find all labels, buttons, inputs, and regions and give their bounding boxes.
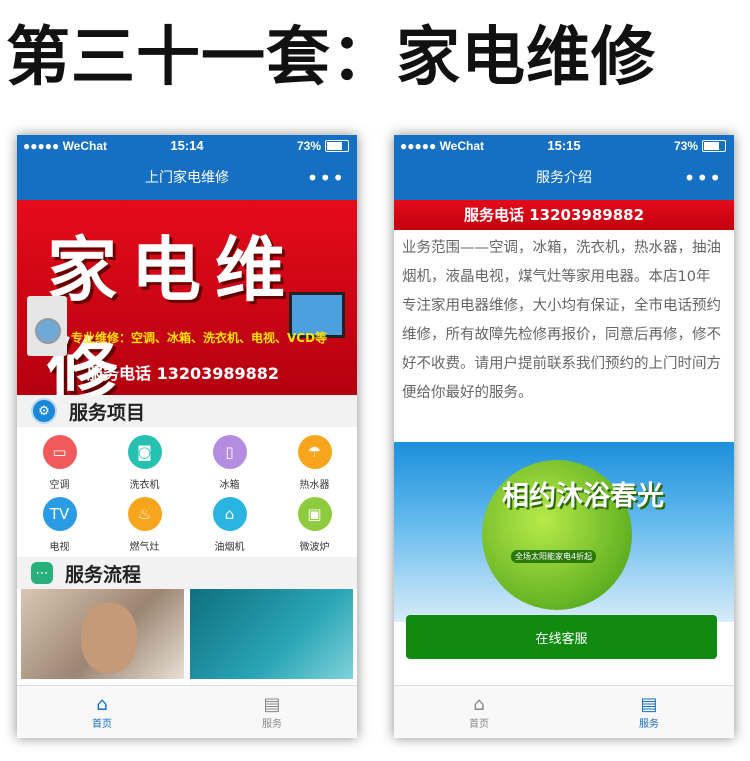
washer-image bbox=[27, 296, 67, 356]
battery-indicator: 73% bbox=[674, 139, 726, 153]
service-label: 燃气灶 bbox=[129, 542, 160, 553]
service-item[interactable]: ⌂ 油烟机 bbox=[187, 495, 272, 557]
services-grid: ▭ 空调 ◙ 洗衣机 ▯ 冰箱 ☂ 热水器 TV 电视 ♨ 燃气灶 ⌂ 油烟机 ▣ 微波炉 bbox=[17, 427, 357, 557]
service-label: 电视 bbox=[49, 542, 70, 553]
service-item[interactable]: ▭ 空调 bbox=[17, 433, 102, 495]
service-label: 冰箱 bbox=[219, 480, 240, 491]
range-hood-icon: ⌂ bbox=[212, 497, 247, 531]
water-heater-icon: ☂ bbox=[297, 435, 332, 469]
service-item[interactable]: ▯ 冰箱 bbox=[187, 433, 272, 495]
status-bar: ●●●●● WeChat 15:14 73% bbox=[17, 135, 357, 156]
promo-title: 相约沐浴春光 bbox=[502, 481, 664, 512]
tab-service[interactable]: ▤ 服务 bbox=[564, 686, 734, 738]
service-description: 业务范围——空调，冰箱，洗衣机，热水器，抽油烟机，液晶电视，煤气灶等家用电器。本… bbox=[402, 240, 721, 401]
gear-icon: ⚙ bbox=[31, 398, 57, 424]
page-headline: 第三十一套：家电维修 bbox=[6, 21, 656, 95]
phone-screen-home: ●●●●● WeChat 15:14 73% 上门家电维修 ••• 家电维修 专… bbox=[17, 135, 357, 738]
banner-phone: 服务电话 13203989882 bbox=[87, 364, 280, 383]
strip-phone: 服务电话 13203989882 bbox=[464, 206, 645, 224]
service-label: 空调 bbox=[49, 480, 70, 491]
service-icon: ▤ bbox=[263, 693, 281, 715]
battery-icon bbox=[702, 140, 726, 152]
title-bar: 上门家电维修 ••• bbox=[17, 156, 357, 200]
banner-subtitle: 专业维修：空调、冰箱、洗衣机、电视、VCD等 bbox=[71, 331, 328, 345]
service-label: 微波炉 bbox=[299, 542, 330, 553]
tab-home[interactable]: ⌂ 首页 bbox=[17, 686, 187, 738]
air-conditioner-icon: ▭ bbox=[42, 435, 77, 469]
washing-machine-icon: ◙ bbox=[127, 435, 162, 469]
services-heading-label: 服务项目 bbox=[69, 401, 146, 424]
phone-screen-service-intro: ●●●●● WeChat 15:15 73% 服务介绍 ••• 服务电话 132… bbox=[394, 135, 734, 738]
more-menu-icon[interactable]: ••• bbox=[684, 156, 722, 200]
more-menu-icon[interactable]: ••• bbox=[307, 156, 345, 200]
service-label: 热水器 bbox=[299, 480, 330, 491]
service-item[interactable]: ☂ 热水器 bbox=[272, 433, 357, 495]
promo-banner[interactable]: 家电维修 专业维修：空调、冰箱、洗衣机、电视、VCD等 服务电话 1320398… bbox=[17, 200, 357, 395]
service-item[interactable]: ▣ 微波炉 bbox=[272, 495, 357, 557]
status-bar: ●●●●● WeChat 15:15 73% bbox=[394, 135, 734, 156]
tab-home[interactable]: ⌂ 首页 bbox=[394, 686, 564, 738]
home-icon: ⌂ bbox=[96, 693, 108, 715]
page-title: 上门家电维修 bbox=[145, 170, 229, 186]
promo-image[interactable]: 相约沐浴春光 全场太阳能家电4折起 bbox=[394, 442, 734, 622]
service-label: 油烟机 bbox=[214, 542, 245, 553]
tv-icon: TV bbox=[42, 497, 77, 531]
battery-indicator: 73% bbox=[297, 139, 349, 153]
service-item[interactable]: ◙ 洗衣机 bbox=[102, 433, 187, 495]
battery-icon bbox=[325, 140, 349, 152]
process-chart-photo[interactable] bbox=[190, 589, 353, 679]
banner-strip: 服务电话 13203989882 bbox=[394, 200, 734, 230]
service-item[interactable]: TV 电视 bbox=[17, 495, 102, 557]
fridge-icon: ▯ bbox=[212, 435, 247, 469]
process-heading-label: 服务流程 bbox=[65, 563, 142, 586]
service-icon: ▤ bbox=[640, 693, 658, 715]
gas-stove-icon: ♨ bbox=[127, 497, 162, 531]
page-title: 服务介绍 bbox=[536, 170, 592, 186]
tab-service[interactable]: ▤ 服务 bbox=[187, 686, 357, 738]
online-support-button[interactable]: 在线客服 bbox=[406, 615, 717, 659]
service-item[interactable]: ♨ 燃气灶 bbox=[102, 495, 187, 557]
process-icon: ⋯ bbox=[31, 562, 53, 584]
support-agent-photo[interactable] bbox=[21, 589, 184, 679]
tab-bar: ⌂ 首页 ▤ 服务 bbox=[394, 685, 734, 738]
microwave-icon: ▣ bbox=[297, 497, 332, 531]
promo-subline: 全场太阳能家电4折起 bbox=[511, 550, 597, 563]
process-photos bbox=[17, 589, 357, 679]
title-bar: 服务介绍 ••• bbox=[394, 156, 734, 200]
process-heading: ⋯ 服务流程 bbox=[17, 557, 357, 589]
service-label: 洗衣机 bbox=[129, 480, 160, 491]
home-icon: ⌂ bbox=[473, 693, 485, 715]
services-heading: ⚙ 服务项目 bbox=[17, 395, 357, 427]
tab-bar: ⌂ 首页 ▤ 服务 bbox=[17, 685, 357, 738]
